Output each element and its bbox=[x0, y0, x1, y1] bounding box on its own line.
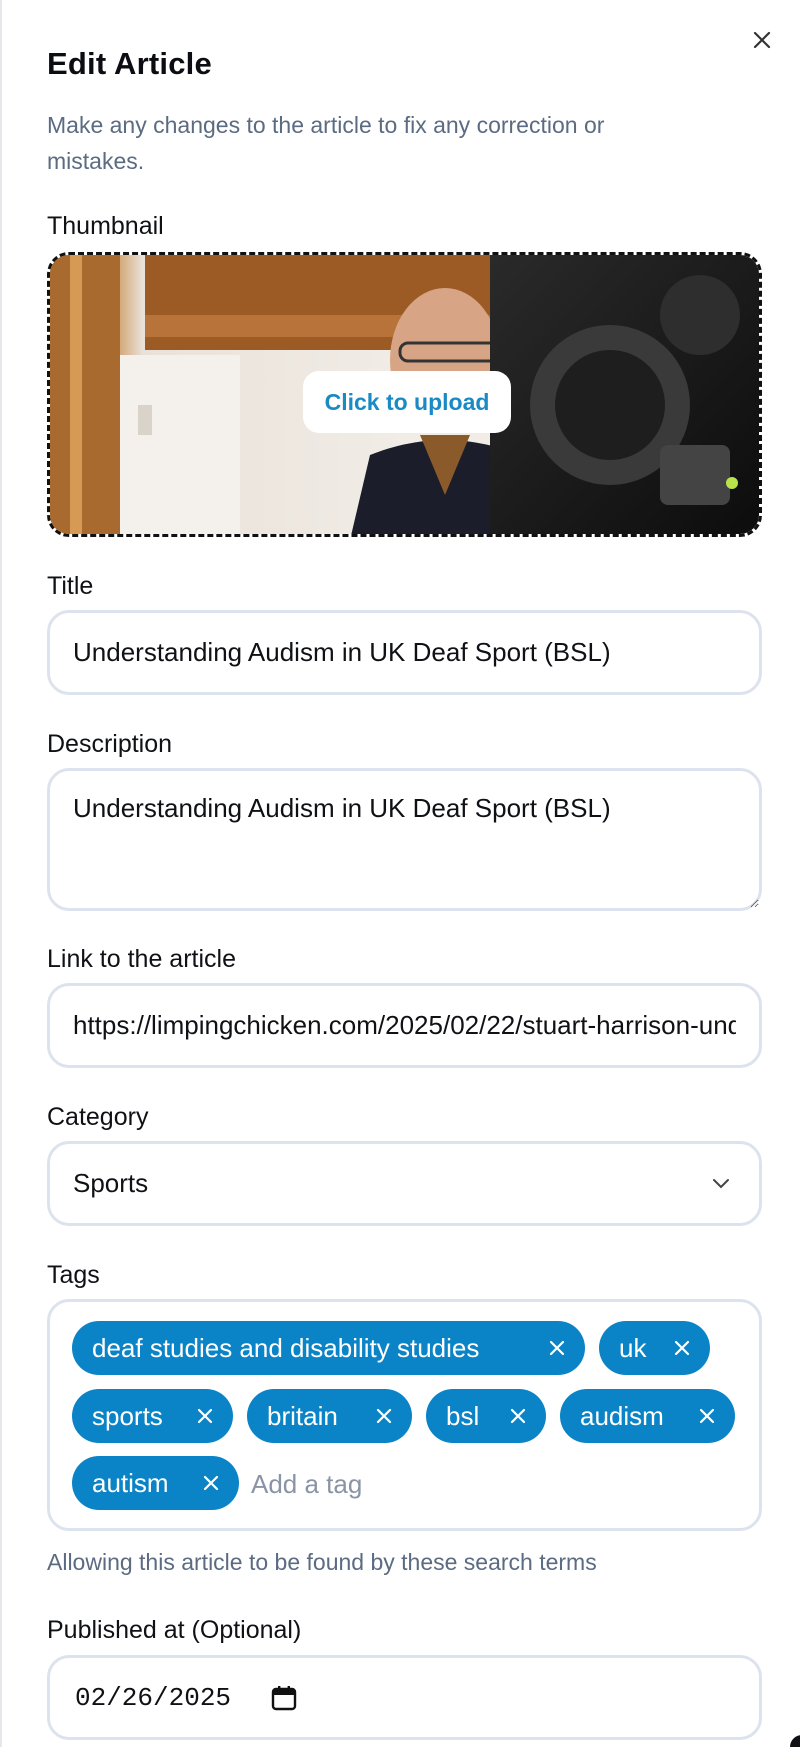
close-icon bbox=[699, 1408, 715, 1424]
dialog-subtitle: Make any changes to the article to fix a… bbox=[47, 112, 605, 174]
tags-hint: Allowing this article to be found by the… bbox=[47, 1549, 597, 1575]
tag-label: deaf studies and disability studies bbox=[92, 1332, 480, 1363]
category-value: Sports bbox=[73, 1168, 149, 1198]
tags-label: Tags bbox=[47, 1261, 100, 1289]
close-icon bbox=[203, 1475, 219, 1491]
close-icon bbox=[197, 1408, 213, 1424]
tag-label: uk bbox=[619, 1332, 647, 1363]
dialog-title: Edit Article bbox=[47, 46, 212, 81]
link-input[interactable] bbox=[47, 983, 762, 1068]
tag-chip: autism bbox=[72, 1456, 239, 1510]
close-icon bbox=[674, 1340, 690, 1356]
tag-label: bsl bbox=[446, 1400, 480, 1431]
upload-button[interactable]: Click to upload bbox=[303, 371, 511, 433]
remove-tag-button[interactable] bbox=[543, 1334, 571, 1362]
calendar-icon[interactable] bbox=[271, 1685, 297, 1711]
close-icon bbox=[753, 31, 771, 49]
tag-chip: sports bbox=[72, 1389, 233, 1443]
category-select[interactable]: Sports bbox=[47, 1141, 762, 1226]
remove-tag-button[interactable] bbox=[668, 1334, 696, 1362]
description-textarea[interactable]: Understanding Audism in UK Deaf Sport (B… bbox=[47, 768, 762, 911]
description-label: Description bbox=[47, 730, 173, 758]
tag-chip: britain bbox=[247, 1389, 412, 1443]
remove-tag-button[interactable] bbox=[197, 1469, 225, 1497]
chevron-down-icon bbox=[713, 1178, 729, 1188]
link-label: Link to the article bbox=[47, 945, 236, 973]
tag-chip: bsl bbox=[426, 1389, 546, 1443]
published-label: Published at (Optional) bbox=[47, 1616, 302, 1644]
remove-tag-button[interactable] bbox=[191, 1402, 219, 1430]
tag-label: sports bbox=[92, 1400, 163, 1431]
remove-tag-button[interactable] bbox=[504, 1402, 532, 1430]
tag-label: britain bbox=[267, 1400, 338, 1431]
published-date-input[interactable]: 02/26/2025 bbox=[47, 1655, 762, 1740]
close-button[interactable] bbox=[750, 28, 774, 52]
close-icon bbox=[376, 1408, 392, 1424]
tag-chip: uk bbox=[599, 1321, 710, 1375]
category-label: Category bbox=[47, 1103, 149, 1131]
add-tag-input[interactable] bbox=[249, 1456, 703, 1512]
tag-chip: audism bbox=[560, 1389, 735, 1443]
tag-chip: deaf studies and disability studies bbox=[72, 1321, 585, 1375]
thumbnail-dropzone[interactable]: Click to upload bbox=[47, 252, 762, 537]
tag-label: autism bbox=[92, 1467, 169, 1498]
close-icon bbox=[510, 1408, 526, 1424]
thumbnail-label: Thumbnail bbox=[47, 212, 164, 240]
title-label: Title bbox=[47, 572, 94, 600]
remove-tag-button[interactable] bbox=[370, 1402, 398, 1430]
edit-article-dialog: Edit Article Make any changes to the art… bbox=[0, 0, 800, 1747]
published-date-value: 02/26/2025 bbox=[75, 1682, 232, 1713]
remove-tag-button[interactable] bbox=[693, 1402, 721, 1430]
resize-corner bbox=[790, 1735, 800, 1747]
close-icon bbox=[549, 1340, 565, 1356]
title-input[interactable] bbox=[47, 610, 762, 695]
tag-label: audism bbox=[580, 1400, 664, 1431]
